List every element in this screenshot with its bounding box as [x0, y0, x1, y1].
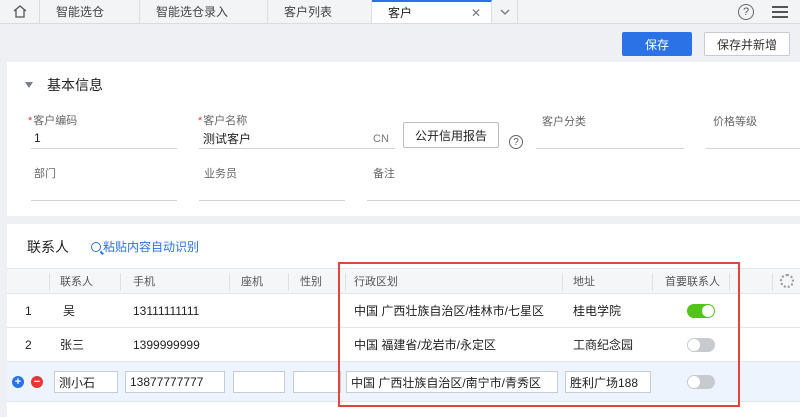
contact-region[interactable]: 中国 福建省/龙岩市/永定区 [354, 328, 496, 361]
table-row[interactable]: 1 吴 13111111111 中国 广西壮族自治区/桂林市/七星区 桂电学院 [7, 294, 800, 328]
table-row-editing[interactable]: + − 测小石 13877777777 中国 广西壮族自治区/南宁市/青秀区 胜… [7, 362, 800, 402]
contact-region-select[interactable]: 中国 广西壮族自治区/南宁市/青秀区 [346, 371, 558, 393]
search-icon [91, 241, 101, 252]
save-button[interactable]: 保存 [622, 32, 692, 56]
tab-smart-warehouse[interactable]: 智能选仓 [40, 0, 140, 23]
row-index: 2 [25, 337, 32, 352]
contact-address[interactable]: 工商纪念园 [573, 328, 633, 361]
basic-info-title: 基本信息 [47, 77, 103, 93]
contact-name[interactable]: 吴 [63, 294, 75, 327]
basic-info-panel: 基本信息 *客户编码 1 *客户名称 测试客户 CN 公开信用报告 ? 客户分类… [7, 62, 800, 216]
add-row-icon[interactable]: + [12, 376, 24, 388]
tab-smart-warehouse-entry[interactable]: 智能选仓录入 [140, 0, 268, 23]
department-label: 部门 [34, 168, 56, 180]
col-contact[interactable]: 联系人 [60, 269, 93, 293]
tab-customer[interactable]: 客户 ✕ [372, 0, 492, 23]
remark-label: 备注 [373, 168, 395, 180]
contact-gender-select[interactable] [293, 371, 341, 393]
row-index: 1 [25, 303, 32, 318]
customer-code-label: *客户编码 [28, 115, 78, 127]
credit-report-button[interactable]: 公开信用报告 [403, 122, 499, 148]
contact-landline-input[interactable] [233, 371, 285, 393]
home-tab[interactable] [0, 0, 40, 23]
tab-customer-list[interactable]: 客户列表 [268, 0, 372, 23]
col-region[interactable]: 行政区划 [354, 269, 398, 293]
contacts-panel: 联系人 粘贴内容自动识别 联系人 手机 座机 性别 行政区划 地址 首要联系人 [7, 224, 800, 417]
col-gender[interactable]: 性别 [300, 269, 322, 293]
department-input[interactable] [31, 200, 177, 201]
gear-icon[interactable] [780, 274, 794, 288]
contact-address[interactable]: 桂电学院 [573, 294, 621, 327]
paste-recognize-link[interactable]: 粘贴内容自动识别 [91, 238, 199, 255]
col-address[interactable]: 地址 [573, 269, 595, 293]
contact-phone[interactable]: 13111111111 [133, 294, 199, 327]
salesman-input[interactable] [199, 200, 345, 201]
table-header: 联系人 手机 座机 性别 行政区划 地址 首要联系人 [7, 268, 800, 294]
contact-phone[interactable]: 1399999999 [133, 328, 200, 361]
language-tag[interactable]: CN [373, 133, 389, 145]
primary-contact-toggle[interactable] [687, 375, 715, 389]
primary-contact-toggle[interactable] [687, 338, 715, 352]
collapse-icon[interactable] [25, 82, 33, 88]
customer-name-label: *客户名称 [198, 115, 248, 127]
customer-category-label: 客户分类 [542, 116, 586, 128]
contact-name-input[interactable]: 测小石 [54, 371, 118, 393]
basic-info-header[interactable]: 基本信息 [25, 75, 103, 95]
contact-phone-input[interactable]: 13877777777 [125, 371, 225, 393]
contact-region[interactable]: 中国 广西壮族自治区/桂林市/七星区 [354, 294, 544, 327]
remark-input[interactable] [367, 200, 800, 201]
contacts-title: 联系人 [27, 239, 69, 255]
home-icon [13, 5, 26, 18]
save-and-new-button[interactable]: 保存并新增 [704, 32, 790, 56]
menu-icon[interactable] [772, 5, 788, 18]
col-phone[interactable]: 手机 [133, 269, 155, 293]
contact-address-input[interactable]: 胜利广场188 [565, 371, 651, 393]
price-level-input[interactable] [706, 148, 800, 149]
chevron-down-icon [500, 9, 509, 15]
help-icon[interactable]: ? [738, 3, 754, 20]
contact-name[interactable]: 张三 [60, 328, 84, 361]
price-level-label: 价格等级 [713, 116, 757, 128]
table-row[interactable]: 2 张三 1399999999 中国 福建省/龙岩市/永定区 工商纪念园 [7, 328, 800, 362]
tab-more-button[interactable] [492, 0, 518, 23]
remove-row-icon[interactable]: − [31, 376, 43, 388]
col-primary[interactable]: 首要联系人 [665, 269, 720, 293]
tab-bar: 智能选仓 智能选仓录入 客户列表 客户 ✕ ? [0, 0, 800, 24]
col-landline[interactable]: 座机 [241, 269, 263, 293]
customer-code-input[interactable]: 1 [34, 131, 41, 145]
help-icon[interactable]: ? [509, 135, 523, 149]
customer-name-input[interactable]: 测试客户 [203, 130, 251, 147]
salesman-label: 业务员 [204, 168, 237, 180]
close-icon[interactable]: ✕ [471, 6, 481, 20]
customer-category-input[interactable] [536, 148, 684, 149]
primary-contact-toggle[interactable] [687, 304, 715, 318]
